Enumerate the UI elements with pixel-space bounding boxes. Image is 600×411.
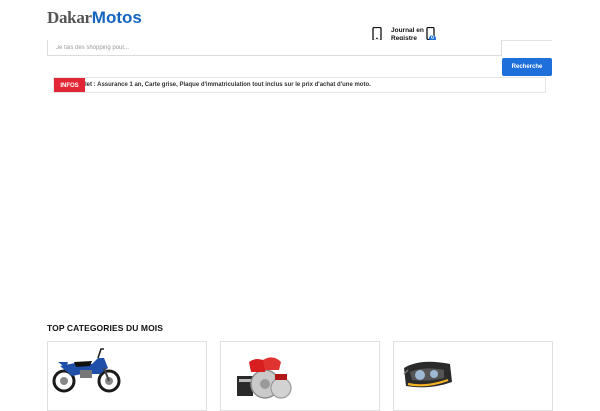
motorcycle-image <box>52 348 121 393</box>
info-ticker-text: let : Assurance 1 an, Carte grise, Plaqu… <box>85 82 371 88</box>
logo-text-motos: Motos <box>91 8 142 27</box>
search-button[interactable]: Recherche <box>502 58 552 76</box>
headlight-image <box>403 361 452 388</box>
top-categories-title: TOP CATEGORIES DU MOIS <box>47 323 164 333</box>
category-card-lighting[interactable] <box>393 341 553 411</box>
search-input[interactable] <box>47 40 502 56</box>
mobile-phone-icon[interactable] <box>372 27 382 41</box>
brake-kit-image <box>237 357 292 399</box>
category-card-motorcycle[interactable] <box>47 341 207 411</box>
account-label-line1: Journal en <box>391 27 424 34</box>
info-ticker: INFOS let : Assurance 1 an, Carte grise,… <box>53 77 546 93</box>
category-card-brakes[interactable] <box>220 341 380 411</box>
site-logo[interactable]: DakarMotos <box>47 9 142 27</box>
info-badge: INFOS <box>54 78 85 92</box>
logo-text-dakar: Dakar <box>47 8 92 27</box>
